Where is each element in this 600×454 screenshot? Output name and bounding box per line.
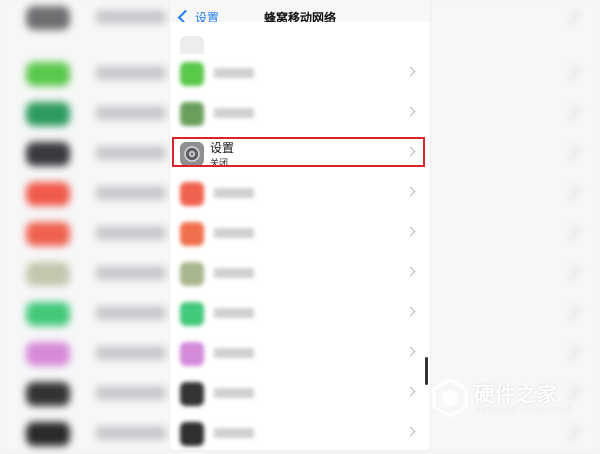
app-icon	[180, 302, 204, 326]
app-icon	[180, 422, 204, 446]
list-item[interactable]	[170, 414, 430, 450]
blurred-label	[214, 428, 254, 438]
watermark-subtitle: YING JIAN ZHI JIA.COM	[474, 405, 573, 414]
app-icon	[180, 222, 204, 246]
chevron-right-icon	[405, 146, 416, 157]
row-title: 设置	[210, 141, 235, 155]
blurred-label	[214, 108, 254, 118]
list-item[interactable]	[170, 54, 430, 95]
blurred-label	[214, 268, 254, 278]
blurred-label	[214, 348, 254, 358]
logo-icon	[432, 378, 468, 418]
chevron-right-icon	[405, 306, 416, 317]
blurred-label	[214, 188, 254, 198]
watermark-title: 硬件之家	[474, 382, 558, 406]
app-icon	[180, 382, 204, 406]
settings-panel: 设置 蜂窝移动网络 设置 关闭	[170, 0, 430, 450]
chevron-right-icon	[405, 386, 416, 397]
blurred-label	[214, 228, 254, 238]
chevron-right-icon	[405, 66, 416, 77]
scrollbar[interactable]	[425, 357, 428, 385]
chevron-right-icon	[405, 186, 416, 197]
blurred-label	[214, 308, 254, 318]
list-item[interactable]	[170, 294, 430, 335]
chevron-right-icon	[405, 226, 416, 237]
gear-icon	[180, 142, 204, 166]
list-item[interactable]	[170, 254, 430, 295]
list-item-settings[interactable]: 设置 关闭	[170, 134, 430, 175]
chevron-right-icon	[405, 266, 416, 277]
list-item[interactable]	[170, 374, 430, 415]
list-item[interactable]	[170, 334, 430, 375]
watermark: 硬件之家 YING JIAN ZHI JIA.COM	[430, 374, 590, 430]
app-icon	[180, 342, 204, 366]
chevron-right-icon	[405, 346, 416, 357]
row-subtitle: 关闭	[210, 159, 229, 169]
app-icon	[180, 182, 204, 206]
chevron-right-icon	[405, 106, 416, 117]
list-item[interactable]	[170, 94, 430, 135]
chevron-right-icon	[405, 426, 416, 437]
list-item[interactable]	[170, 214, 430, 255]
blurred-label	[214, 388, 254, 398]
app-icon	[180, 262, 204, 286]
app-icon	[180, 62, 204, 86]
blurred-label	[214, 68, 254, 78]
list-item[interactable]	[170, 174, 430, 215]
app-icon	[180, 102, 204, 126]
